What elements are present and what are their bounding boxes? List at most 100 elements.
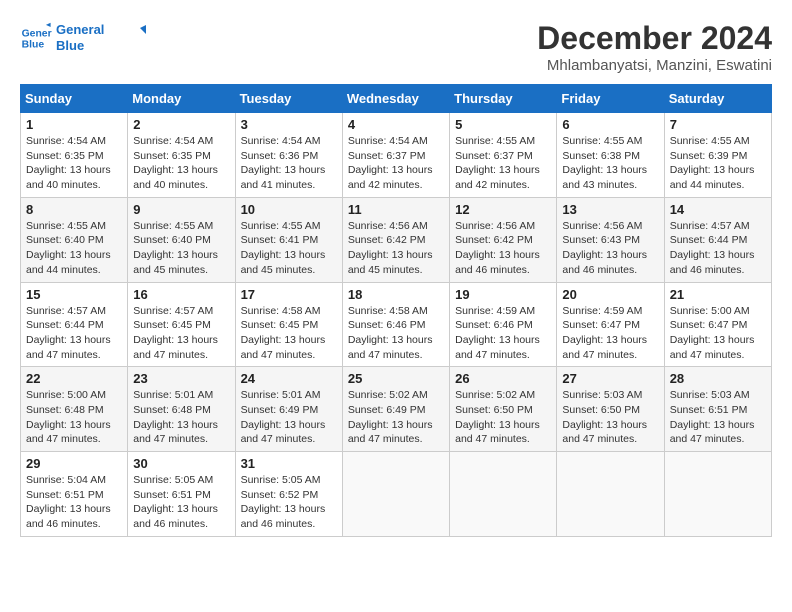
day-cell-18: 18 Sunrise: 4:58 AMSunset: 6:46 PMDaylig… [342, 282, 449, 367]
day-cell-15: 15 Sunrise: 4:57 AMSunset: 6:44 PMDaylig… [21, 282, 128, 367]
day-cell-22: 22 Sunrise: 5:00 AMSunset: 6:48 PMDaylig… [21, 367, 128, 452]
day-info: Sunrise: 5:03 AMSunset: 6:50 PMDaylight:… [562, 388, 658, 447]
location-subtitle: Mhlambanyatsi, Manzini, Eswatini [537, 57, 772, 74]
day-cell-2: 2 Sunrise: 4:54 AMSunset: 6:35 PMDayligh… [128, 113, 235, 198]
day-cell-4: 4 Sunrise: 4:54 AMSunset: 6:37 PMDayligh… [342, 113, 449, 198]
day-number: 12 [455, 202, 551, 217]
day-number: 8 [26, 202, 122, 217]
header-tuesday: Tuesday [235, 85, 342, 113]
day-cell-30: 30 Sunrise: 5:05 AMSunset: 6:51 PMDaylig… [128, 452, 235, 537]
day-number: 15 [26, 287, 122, 302]
day-cell-3: 3 Sunrise: 4:54 AMSunset: 6:36 PMDayligh… [235, 113, 342, 198]
day-info: Sunrise: 4:57 AMSunset: 6:44 PMDaylight:… [26, 304, 122, 363]
day-info: Sunrise: 4:54 AMSunset: 6:37 PMDaylight:… [348, 134, 444, 193]
day-cell-28: 28 Sunrise: 5:03 AMSunset: 6:51 PMDaylig… [664, 367, 771, 452]
page-header: General Blue General Blue December 2024 … [20, 20, 772, 74]
day-cell-24: 24 Sunrise: 5:01 AMSunset: 6:49 PMDaylig… [235, 367, 342, 452]
day-cell-16: 16 Sunrise: 4:57 AMSunset: 6:45 PMDaylig… [128, 282, 235, 367]
day-number: 22 [26, 371, 122, 386]
calendar-row-4: 22 Sunrise: 5:00 AMSunset: 6:48 PMDaylig… [21, 367, 772, 452]
day-info: Sunrise: 4:56 AMSunset: 6:43 PMDaylight:… [562, 219, 658, 278]
header-friday: Friday [557, 85, 664, 113]
day-cell-20: 20 Sunrise: 4:59 AMSunset: 6:47 PMDaylig… [557, 282, 664, 367]
header-wednesday: Wednesday [342, 85, 449, 113]
day-info: Sunrise: 5:01 AMSunset: 6:49 PMDaylight:… [241, 388, 337, 447]
day-info: Sunrise: 4:55 AMSunset: 6:37 PMDaylight:… [455, 134, 551, 193]
calendar-table: Sunday Monday Tuesday Wednesday Thursday… [20, 84, 772, 537]
day-number: 11 [348, 202, 444, 217]
day-cell-7: 7 Sunrise: 4:55 AMSunset: 6:39 PMDayligh… [664, 113, 771, 198]
day-cell-21: 21 Sunrise: 5:00 AMSunset: 6:47 PMDaylig… [664, 282, 771, 367]
day-cell-27: 27 Sunrise: 5:03 AMSunset: 6:50 PMDaylig… [557, 367, 664, 452]
day-info: Sunrise: 5:03 AMSunset: 6:51 PMDaylight:… [670, 388, 766, 447]
calendar-row-1: 1 Sunrise: 4:54 AMSunset: 6:35 PMDayligh… [21, 113, 772, 198]
day-number: 10 [241, 202, 337, 217]
empty-cell [664, 452, 771, 537]
day-info: Sunrise: 5:02 AMSunset: 6:50 PMDaylight:… [455, 388, 551, 447]
day-number: 29 [26, 456, 122, 471]
day-cell-1: 1 Sunrise: 4:54 AMSunset: 6:35 PMDayligh… [21, 113, 128, 198]
day-number: 26 [455, 371, 551, 386]
day-number: 3 [241, 117, 337, 132]
day-info: Sunrise: 4:55 AMSunset: 6:41 PMDaylight:… [241, 219, 337, 278]
day-info: Sunrise: 5:05 AMSunset: 6:52 PMDaylight:… [241, 473, 337, 532]
day-cell-19: 19 Sunrise: 4:59 AMSunset: 6:46 PMDaylig… [450, 282, 557, 367]
day-cell-17: 17 Sunrise: 4:58 AMSunset: 6:45 PMDaylig… [235, 282, 342, 367]
day-info: Sunrise: 4:55 AMSunset: 6:39 PMDaylight:… [670, 134, 766, 193]
day-info: Sunrise: 5:02 AMSunset: 6:49 PMDaylight:… [348, 388, 444, 447]
day-cell-11: 11 Sunrise: 4:56 AMSunset: 6:42 PMDaylig… [342, 197, 449, 282]
day-number: 13 [562, 202, 658, 217]
header-saturday: Saturday [664, 85, 771, 113]
day-number: 28 [670, 371, 766, 386]
day-number: 2 [133, 117, 229, 132]
header-monday: Monday [128, 85, 235, 113]
logo-icon: General Blue [20, 22, 52, 54]
day-info: Sunrise: 4:56 AMSunset: 6:42 PMDaylight:… [455, 219, 551, 278]
day-number: 7 [670, 117, 766, 132]
day-number: 16 [133, 287, 229, 302]
title-area: December 2024 Mhlambanyatsi, Manzini, Es… [537, 20, 772, 74]
day-info: Sunrise: 4:54 AMSunset: 6:36 PMDaylight:… [241, 134, 337, 193]
day-info: Sunrise: 5:04 AMSunset: 6:51 PMDaylight:… [26, 473, 122, 532]
day-number: 9 [133, 202, 229, 217]
calendar-row-2: 8 Sunrise: 4:55 AMSunset: 6:40 PMDayligh… [21, 197, 772, 282]
day-number: 25 [348, 371, 444, 386]
day-number: 17 [241, 287, 337, 302]
day-cell-10: 10 Sunrise: 4:55 AMSunset: 6:41 PMDaylig… [235, 197, 342, 282]
day-cell-29: 29 Sunrise: 5:04 AMSunset: 6:51 PMDaylig… [21, 452, 128, 537]
day-number: 27 [562, 371, 658, 386]
day-number: 18 [348, 287, 444, 302]
day-number: 4 [348, 117, 444, 132]
empty-cell [450, 452, 557, 537]
day-info: Sunrise: 4:58 AMSunset: 6:45 PMDaylight:… [241, 304, 337, 363]
day-info: Sunrise: 4:54 AMSunset: 6:35 PMDaylight:… [26, 134, 122, 193]
day-cell-12: 12 Sunrise: 4:56 AMSunset: 6:42 PMDaylig… [450, 197, 557, 282]
day-cell-26: 26 Sunrise: 5:02 AMSunset: 6:50 PMDaylig… [450, 367, 557, 452]
day-number: 19 [455, 287, 551, 302]
day-info: Sunrise: 4:55 AMSunset: 6:40 PMDaylight:… [26, 219, 122, 278]
month-title: December 2024 [537, 20, 772, 57]
header-thursday: Thursday [450, 85, 557, 113]
day-info: Sunrise: 4:57 AMSunset: 6:44 PMDaylight:… [670, 219, 766, 278]
svg-text:General: General [56, 22, 104, 37]
svg-text:General: General [22, 28, 52, 39]
svg-text:Blue: Blue [22, 40, 45, 51]
day-info: Sunrise: 4:59 AMSunset: 6:46 PMDaylight:… [455, 304, 551, 363]
day-number: 23 [133, 371, 229, 386]
day-cell-6: 6 Sunrise: 4:55 AMSunset: 6:38 PMDayligh… [557, 113, 664, 198]
day-number: 31 [241, 456, 337, 471]
day-info: Sunrise: 4:58 AMSunset: 6:46 PMDaylight:… [348, 304, 444, 363]
day-cell-25: 25 Sunrise: 5:02 AMSunset: 6:49 PMDaylig… [342, 367, 449, 452]
empty-cell [557, 452, 664, 537]
day-number: 14 [670, 202, 766, 217]
day-info: Sunrise: 5:05 AMSunset: 6:51 PMDaylight:… [133, 473, 229, 532]
day-cell-9: 9 Sunrise: 4:55 AMSunset: 6:40 PMDayligh… [128, 197, 235, 282]
day-cell-13: 13 Sunrise: 4:56 AMSunset: 6:43 PMDaylig… [557, 197, 664, 282]
day-number: 5 [455, 117, 551, 132]
svg-text:Blue: Blue [56, 38, 84, 53]
day-info: Sunrise: 5:00 AMSunset: 6:47 PMDaylight:… [670, 304, 766, 363]
day-number: 20 [562, 287, 658, 302]
day-cell-8: 8 Sunrise: 4:55 AMSunset: 6:40 PMDayligh… [21, 197, 128, 282]
day-cell-14: 14 Sunrise: 4:57 AMSunset: 6:44 PMDaylig… [664, 197, 771, 282]
day-info: Sunrise: 4:55 AMSunset: 6:38 PMDaylight:… [562, 134, 658, 193]
